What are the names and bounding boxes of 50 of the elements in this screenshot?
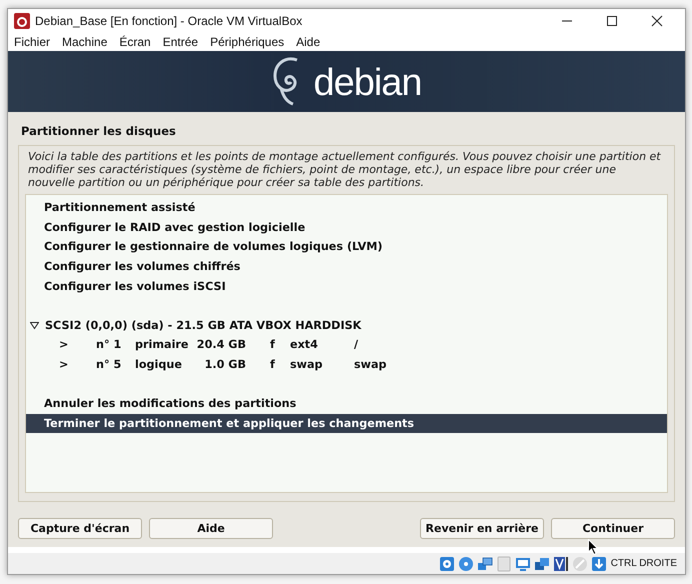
window-title: Debian_Base [En fonction] - Oracle VM VirtualBox: [35, 14, 304, 28]
partition-cell-text: n° 5: [96, 358, 122, 372]
menu-item[interactable]: Fichier: [14, 34, 50, 48]
menu-item[interactable]: Entrée: [162, 34, 198, 48]
partition-cell-text: n° 1: [96, 338, 122, 352]
menu-option[interactable]: Terminer le partitionnement et appliquer les changements: [26, 414, 667, 434]
disk-row[interactable]: SCSI2 (0,0,0) (sda) - 21.5 GB ATA VBOX HARDDISK: [26, 316, 667, 336]
menu-item[interactable]: Périphériques: [210, 34, 284, 48]
collapse-triangle-icon[interactable]: [30, 320, 39, 330]
partition-cell-text: 1.0 GB: [204, 358, 246, 372]
menu-option[interactable]: Annuler les modifications des partitions: [26, 394, 667, 414]
partition-cell-text: >: [59, 338, 70, 352]
partition-cell-text: 20.4 GB: [196, 338, 246, 352]
button[interactable]: Capture d'écran: [18, 518, 142, 539]
partition-cell-text: /: [354, 338, 360, 352]
menu-option[interactable]: Configurer le gestionnaire de volumes logiques (LVM): [26, 237, 667, 257]
partition-cell-text: swap: [354, 358, 388, 372]
partition-cell-text: >: [59, 358, 70, 372]
button[interactable]: Revenir en arrière: [420, 518, 544, 539]
menu-option[interactable]: Configurer les volumes chiffrés: [26, 256, 667, 276]
screen-icon[interactable]: [514, 556, 531, 572]
page-title: Partitionner les disques: [20, 123, 177, 140]
app-icon: [14, 12, 30, 28]
menu-item[interactable]: Aide: [296, 34, 320, 48]
menu-option[interactable]: Partitionnement assisté: [26, 198, 667, 218]
shared-folder-icon[interactable]: [534, 556, 550, 572]
menu-option[interactable]: Configurer les volumes iSCSI: [26, 276, 667, 296]
partition-row[interactable]: > n° 5 logique 1.0 GB f swap swap: [26, 354, 667, 374]
partition-cell-text: swap: [290, 358, 324, 372]
description-text: Voici la table des partitions et les points de montage actuellement configurés. Vous pouvez choisir une partition et modifier ses caractéristiques (système de fichiers, point de montage, etc.), un espace libre pour créer une nouvelle partition ou un périphérique pour créer sa table des partitions.: [27, 149, 662, 191]
disk-label: SCSI2 (0,0,0) (sda) - 21.5 GB ATA VBOX HARDDISK: [45, 318, 362, 332]
mouse-cursor-icon: [588, 539, 598, 555]
optical-disc-icon[interactable]: [458, 556, 474, 572]
host-key-label: CTRL DROITE: [610, 558, 677, 569]
button[interactable]: Aide: [149, 518, 273, 539]
partition-cell-text: ext4: [290, 338, 319, 352]
menu-option[interactable]: Configurer le RAID avec gestion logicielle: [26, 218, 667, 238]
maximize-icon[interactable]: [606, 14, 618, 26]
close-icon[interactable]: [651, 14, 663, 26]
menu-item[interactable]: Machine: [62, 34, 108, 48]
partition-cell-text: f: [270, 358, 276, 372]
logo-text: debian: [313, 62, 422, 105]
partition-cell-text: f: [270, 338, 276, 352]
display-icon[interactable]: [552, 556, 569, 572]
menu-item[interactable]: Écran: [119, 34, 151, 48]
partition-cell-text: primaire: [135, 338, 190, 352]
button[interactable]: Continuer: [551, 518, 675, 539]
partition-cell-text: logique: [135, 358, 183, 372]
network-icon[interactable]: [476, 556, 493, 572]
partition-row[interactable]: > n° 1 primaire 20.4 GB f ext4 /: [26, 335, 667, 355]
